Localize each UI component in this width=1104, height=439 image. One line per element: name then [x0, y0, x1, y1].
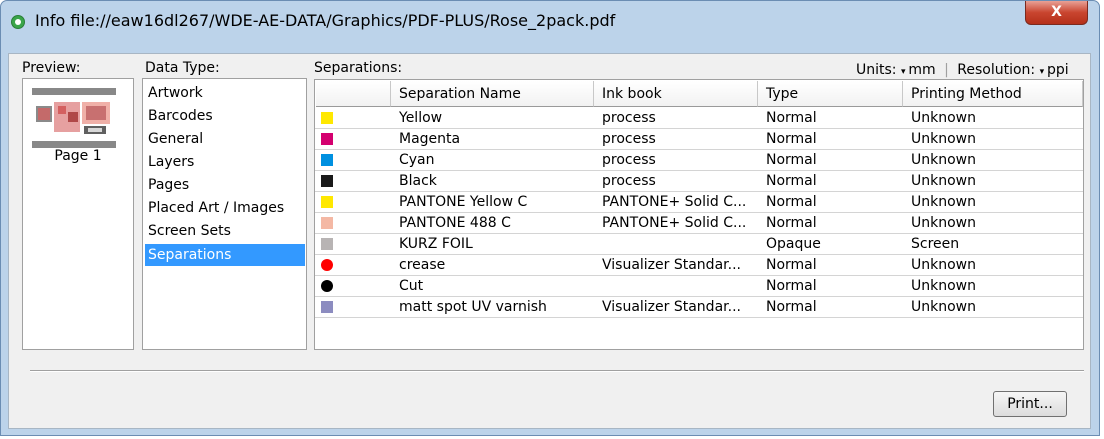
units-dropdown[interactable]: ▾ mm	[901, 62, 936, 78]
separation-type: Normal	[766, 278, 817, 294]
separations-table: Separation Name Ink book Type Printing M…	[314, 79, 1084, 350]
data-type-item-general[interactable]: General	[145, 128, 305, 150]
page-label: Page 1	[54, 148, 102, 164]
ink-book: process	[602, 110, 656, 126]
data-type-item-layers[interactable]: Layers	[145, 151, 305, 173]
window-title: Info file://eaw16dl267/WDE-AE-DATA/Graph…	[35, 11, 616, 30]
ink-book: PANTONE+ Solid C...	[602, 194, 747, 210]
preview-panel: Page 1	[22, 78, 134, 350]
column-header-ink-book[interactable]: Ink book	[594, 81, 758, 107]
separation-name: KURZ FOIL	[399, 236, 473, 252]
table-row[interactable]: KURZ FOIL Opaque Screen	[315, 234, 1083, 255]
separation-name: matt spot UV varnish	[399, 299, 547, 315]
separation-type: Normal	[766, 257, 817, 273]
data-type-label: Data Type:	[145, 60, 220, 76]
printing-method: Unknown	[911, 131, 976, 147]
separation-name: Magenta	[399, 131, 461, 147]
color-swatch	[321, 112, 333, 124]
separation-name: Black	[399, 173, 437, 189]
table-row[interactable]: Magenta process Normal Unknown	[315, 129, 1083, 150]
data-type-item-pages[interactable]: Pages	[145, 174, 305, 196]
separator: |	[944, 62, 949, 78]
thumb-bar	[32, 88, 116, 95]
dropdown-arrow-icon: ▾	[1039, 67, 1047, 77]
ink-book: PANTONE+ Solid C...	[602, 215, 747, 231]
resolution-label: Resolution:	[957, 62, 1036, 78]
print-button[interactable]: Print...	[993, 391, 1067, 417]
resolution-dropdown[interactable]: ▾ ppi	[1040, 62, 1069, 78]
separation-name: PANTONE 488 C	[399, 215, 511, 231]
printing-method: Unknown	[911, 215, 976, 231]
table-row[interactable]: Yellow process Normal Unknown	[315, 108, 1083, 129]
printing-method: Unknown	[911, 194, 976, 210]
units-label: Units:	[856, 62, 897, 78]
separation-type: Normal	[766, 215, 817, 231]
table-row[interactable]: Black process Normal Unknown	[315, 171, 1083, 192]
printing-method: Unknown	[911, 110, 976, 126]
divider	[30, 370, 1084, 372]
title-bar[interactable]: Info file://eaw16dl267/WDE-AE-DATA/Graph…	[1, 1, 1099, 39]
units-value: mm	[908, 62, 936, 78]
separation-name: crease	[399, 257, 446, 273]
data-type-item-separations[interactable]: Separations	[145, 244, 305, 266]
thumbnail-art-icon	[36, 102, 110, 134]
thumb-bar	[32, 141, 116, 148]
separation-type: Normal	[766, 110, 817, 126]
data-type-list: Artwork Barcodes General Layers Pages Pl…	[142, 78, 307, 350]
ink-book: Visualizer Standar...	[602, 257, 741, 273]
color-swatch	[321, 301, 333, 313]
thumbnail-image	[36, 100, 112, 136]
data-type-item-barcodes[interactable]: Barcodes	[145, 105, 305, 127]
ink-book: process	[602, 131, 656, 147]
printing-method: Unknown	[911, 152, 976, 168]
table-row[interactable]: Cut Normal Unknown	[315, 276, 1083, 297]
color-swatch	[321, 175, 333, 187]
table-row[interactable]: PANTONE Yellow C PANTONE+ Solid C... Norma…	[315, 192, 1083, 213]
column-header-printing-method[interactable]: Printing Method	[903, 81, 1083, 107]
separation-type: Normal	[766, 131, 817, 147]
resolution-value: ppi	[1046, 62, 1069, 78]
separation-type: Normal	[766, 299, 817, 315]
units-resolution-bar: Units: ▾ mm | Resolution: ▾ ppi	[856, 62, 1069, 78]
app-icon	[11, 15, 25, 29]
printing-method: Unknown	[911, 257, 976, 273]
page-thumbnail[interactable]	[32, 88, 116, 148]
color-swatch	[321, 196, 333, 208]
separations-label: Separations:	[314, 60, 403, 76]
color-swatch	[321, 133, 333, 145]
printing-method: Unknown	[911, 299, 976, 315]
data-type-item-placed-art[interactable]: Placed Art / Images	[145, 197, 305, 219]
separation-name: PANTONE Yellow C	[399, 194, 528, 210]
separation-type: Normal	[766, 194, 817, 210]
ink-book: Visualizer Standar...	[602, 299, 741, 315]
separation-type: Normal	[766, 173, 817, 189]
table-row[interactable]: matt spot UV varnish Visualizer Standar..…	[315, 297, 1083, 318]
data-type-item-screen-sets[interactable]: Screen Sets	[145, 220, 305, 242]
column-header-type[interactable]: Type	[758, 81, 903, 107]
color-swatch	[321, 259, 333, 271]
table-row[interactable]: Cyan process Normal Unknown	[315, 150, 1083, 171]
table-row[interactable]: PANTONE 488 C PANTONE+ Solid C... Normal Un…	[315, 213, 1083, 234]
preview-label: Preview:	[22, 60, 81, 76]
ink-book: process	[602, 173, 656, 189]
printing-method: Unknown	[911, 173, 976, 189]
data-type-item-artwork[interactable]: Artwork	[145, 82, 305, 104]
separation-name: Cyan	[399, 152, 435, 168]
color-swatch	[321, 217, 333, 229]
separation-type: Opaque	[766, 236, 821, 252]
ink-book: process	[602, 152, 656, 168]
close-button[interactable]: X	[1025, 1, 1088, 25]
color-swatch	[321, 238, 333, 250]
color-swatch	[321, 280, 333, 292]
column-header-separation-name[interactable]: Separation Name	[391, 81, 594, 107]
color-swatch	[321, 154, 333, 166]
separation-name: Yellow	[399, 110, 443, 126]
printing-method: Unknown	[911, 278, 976, 294]
separation-name: Cut	[399, 278, 424, 294]
column-header-color[interactable]	[316, 81, 391, 107]
table-row[interactable]: crease Visualizer Standar... Normal Unknown	[315, 255, 1083, 276]
printing-method: Screen	[911, 236, 960, 252]
separation-type: Normal	[766, 152, 817, 168]
